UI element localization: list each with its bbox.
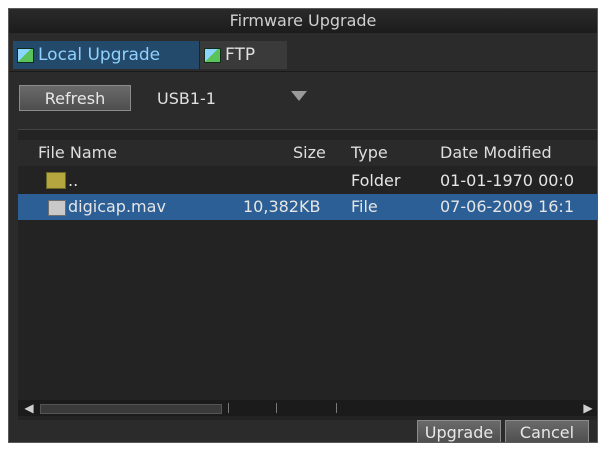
tab-local-upgrade-label: Local Upgrade: [38, 45, 161, 65]
drive-select-value: USB1-1: [157, 88, 216, 108]
column-header-type[interactable]: Type: [351, 143, 388, 162]
toolbar: Refresh USB1-1: [9, 71, 597, 113]
scrollbar-tick: [228, 403, 229, 413]
file-name: ..: [68, 171, 79, 190]
window-title: Firmware Upgrade: [9, 9, 597, 33]
column-header-date-modified[interactable]: Date Modified: [440, 143, 552, 162]
tab-ftp[interactable]: FTP: [199, 41, 287, 69]
table-row[interactable]: digicap.mav 10,382KB File 07-06-2009 16:…: [18, 194, 597, 220]
file-type: Folder: [351, 171, 401, 190]
scrollbar-tick: [336, 403, 337, 413]
folder-icon: [46, 172, 66, 189]
file-date-modified: 01-01-1970 00:0: [440, 171, 574, 190]
chevron-down-icon[interactable]: [291, 91, 307, 101]
scrollbar-thumb[interactable]: [40, 404, 222, 414]
upgrade-button[interactable]: Upgrade: [417, 420, 501, 442]
tab-local-upgrade[interactable]: Local Upgrade: [13, 41, 199, 69]
chevron-right-icon[interactable]: ▶: [581, 401, 595, 415]
horizontal-scrollbar[interactable]: ◀ ▶: [18, 400, 597, 416]
file-type: File: [351, 197, 378, 216]
file-name: digicap.mav: [68, 197, 166, 216]
scrollbar-tick: [276, 403, 277, 413]
tab-ftp-label: FTP: [225, 45, 256, 65]
cancel-button[interactable]: Cancel: [505, 420, 589, 442]
network-drive-icon: [17, 47, 34, 63]
network-drive-icon: [204, 47, 221, 63]
column-header-size[interactable]: Size: [293, 143, 326, 162]
chevron-left-icon[interactable]: ◀: [22, 401, 36, 415]
file-list: File Name Size Type Date Modified .. Fol…: [18, 129, 597, 420]
file-list-header: File Name Size Type Date Modified: [18, 140, 597, 166]
file-size: 10,382KB: [243, 197, 321, 216]
firmware-upgrade-window: Firmware Upgrade Local Upgrade FTP Refre…: [8, 8, 598, 443]
drive-select[interactable]: USB1-1: [141, 85, 323, 111]
file-date-modified: 07-06-2009 16:1: [440, 197, 574, 216]
footer: Upgrade Cancel: [9, 419, 597, 442]
tab-bar: Local Upgrade FTP: [9, 33, 597, 72]
table-row[interactable]: .. Folder 01-01-1970 00:0: [18, 168, 597, 194]
file-icon: [48, 200, 66, 216]
refresh-button[interactable]: Refresh: [19, 85, 131, 111]
column-header-file-name[interactable]: File Name: [38, 143, 117, 162]
